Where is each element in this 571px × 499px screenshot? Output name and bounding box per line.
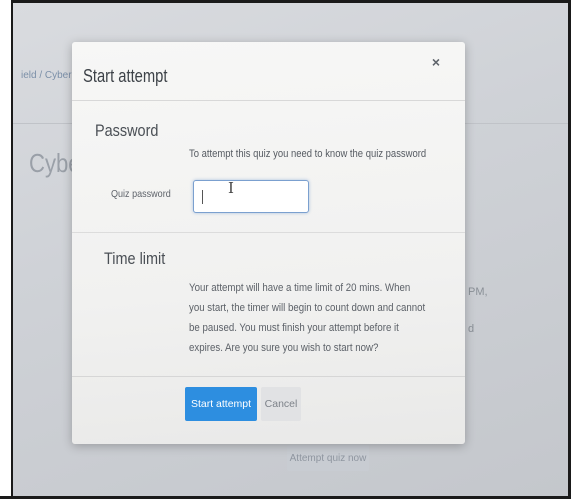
time-limit-text: Your attempt will have a time limit of 2… — [189, 282, 426, 354]
quiz-password-label: Quiz password — [111, 188, 171, 200]
modal-title: Start attempt — [83, 66, 168, 86]
text-caret — [202, 190, 203, 204]
section-divider — [72, 232, 465, 233]
close-icon[interactable]: × — [432, 54, 440, 70]
password-section-heading: Password — [95, 121, 159, 140]
frame-left-border — [0, 0, 13, 499]
breadcrumb[interactable]: ield / Cyber — [21, 70, 72, 81]
cancel-button[interactable]: Cancel — [261, 387, 301, 421]
background-text-fragment: d — [468, 323, 475, 335]
background-text-fragment: PM, — [468, 286, 488, 298]
time-limit-section-heading: Time limit — [104, 249, 166, 268]
password-help-text: To attempt this quiz you need to know th… — [189, 148, 427, 160]
start-attempt-button[interactable]: Start attempt — [185, 387, 257, 421]
modal-header-divider — [72, 100, 465, 101]
quiz-password-input[interactable]: I — [193, 179, 309, 213]
ibeam-cursor-icon: I — [228, 179, 234, 197]
start-attempt-modal: Start attempt × Password To attempt this… — [72, 42, 465, 444]
modal-footer-divider — [72, 376, 465, 377]
attempt-quiz-button[interactable]: Attempt quiz now — [287, 445, 369, 471]
